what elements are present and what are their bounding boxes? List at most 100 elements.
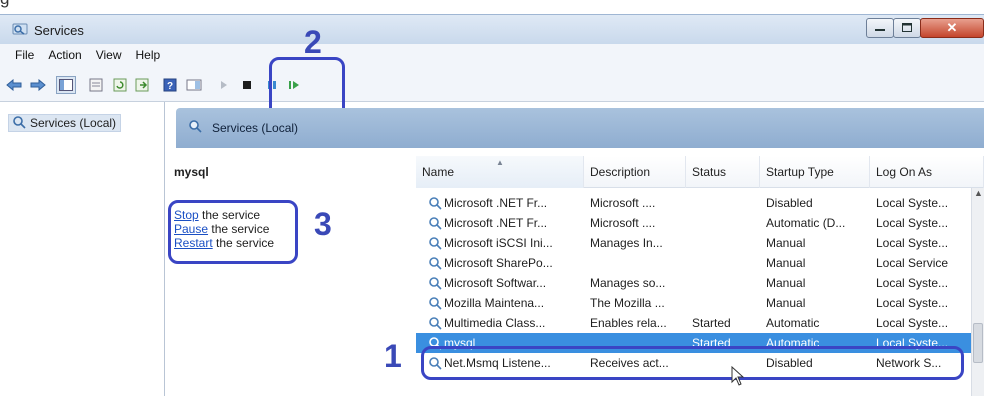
cell-logon: Local Syste... (876, 216, 949, 230)
annotation-box-3 (168, 200, 298, 264)
cell-logon: Local Syste... (876, 196, 949, 210)
cell-startup: Automatic (766, 316, 820, 330)
cell-logon: Local Syste... (876, 316, 949, 330)
cell-startup: Manual (766, 256, 806, 270)
service-gear-icon (429, 257, 442, 270)
back-arrow-icon (6, 79, 22, 91)
service-name-text: Microsoft iSCSI Ini... (444, 236, 553, 250)
column-header-name[interactable]: ▲ Name (416, 156, 584, 188)
cursor-arrow-icon (731, 365, 745, 389)
service-gear-icon (429, 297, 442, 310)
cell-description: The Mozilla ... (590, 296, 665, 310)
mouse-cursor (731, 365, 745, 389)
menu-file[interactable]: File (8, 48, 41, 62)
column-header-description[interactable]: Description (584, 156, 686, 188)
help-button[interactable]: ? (160, 76, 180, 94)
scrollbar-thumb[interactable] (973, 323, 983, 363)
cell-startup: Manual (766, 276, 806, 290)
stop-service-button[interactable] (237, 76, 257, 94)
menu-action[interactable]: Action (41, 48, 88, 62)
cell-name: Microsoft iSCSI Ini... (428, 236, 588, 250)
refresh-icon (113, 78, 127, 92)
pane-header: Services (Local) (176, 108, 984, 148)
console-tree: Services (Local) (0, 102, 165, 396)
column-header-startup-type[interactable]: Startup Type (760, 156, 870, 188)
sort-ascending-icon: ▲ (496, 158, 504, 167)
cell-logon: Local Syste... (876, 236, 949, 250)
cell-description: Manages In... (590, 236, 663, 250)
svg-text:?: ? (167, 81, 173, 92)
refresh-button[interactable] (110, 76, 130, 94)
vertical-scrollbar[interactable]: ▲ (971, 188, 984, 396)
service-name-text: Mozilla Maintena... (444, 296, 545, 310)
start-service-button[interactable] (214, 76, 234, 94)
menu-view[interactable]: View (89, 48, 129, 62)
console-tree-icon (59, 79, 73, 91)
cell-name: Microsoft .NET Fr... (428, 216, 588, 230)
properties-button[interactable] (86, 76, 106, 94)
forward-button[interactable] (28, 76, 48, 94)
service-name-text: Microsoft SharePo... (444, 256, 553, 270)
caption-text: g (0, 0, 9, 8)
table-row[interactable]: Mozilla Maintena... The Mozilla ... Manual… (416, 293, 971, 313)
start-service-icon (219, 80, 229, 90)
table-header: ▲ Name Description Status Startup Type L… (416, 156, 984, 188)
cell-startup: Disabled (766, 196, 813, 210)
maximize-button[interactable] (893, 18, 921, 38)
back-button[interactable] (4, 76, 24, 94)
cell-name: Mozilla Maintena... (428, 296, 588, 310)
maximize-icon (902, 21, 912, 35)
service-gear-icon (429, 277, 442, 290)
column-header-status[interactable]: Status (686, 156, 760, 188)
properties-icon (89, 78, 103, 92)
caption-fragment: g (0, 0, 9, 8)
minimize-icon (875, 21, 885, 35)
table-row[interactable]: Microsoft .NET Fr... Microsoft .... Disabl… (416, 193, 971, 213)
pane-header-title: Services (Local) (212, 120, 299, 135)
service-name-text: Multimedia Class... (444, 316, 546, 330)
close-button[interactable]: ✕ (920, 18, 984, 38)
show-hide-pane-button[interactable] (184, 76, 204, 94)
export-list-icon (135, 78, 149, 92)
window-title: Services (34, 23, 84, 38)
cell-name: Microsoft Softwar... (428, 276, 588, 290)
service-gear-icon (429, 237, 442, 250)
console-tree-button[interactable] (56, 76, 76, 94)
title-bar: Services ✕ (0, 14, 984, 44)
minimize-button[interactable] (866, 18, 894, 38)
service-gear-icon (429, 317, 442, 330)
stop-service-icon (242, 80, 252, 90)
menu-help[interactable]: Help (129, 48, 168, 62)
cell-name: Microsoft .NET Fr... (428, 196, 588, 210)
column-header-log-on-as[interactable]: Log On As (870, 156, 984, 188)
table-row[interactable]: Microsoft iSCSI Ini... Manages In... Manua… (416, 233, 971, 253)
services-app-icon (12, 22, 28, 36)
cell-startup: Manual (766, 296, 806, 310)
scroll-up-icon[interactable]: ▲ (974, 188, 983, 198)
cell-logon: Local Service (876, 256, 949, 270)
column-label: Startup Type (766, 165, 834, 179)
table-row[interactable]: Microsoft Softwar... Manages so... Manual L… (416, 273, 971, 293)
selected-service-name: mysql (174, 165, 209, 179)
service-name-text: Microsoft Softwar... (444, 276, 547, 290)
close-icon: ✕ (946, 20, 958, 35)
toolbar: ? (0, 66, 984, 102)
cell-startup: Manual (766, 236, 806, 250)
cell-logon: Local Syste... (876, 276, 949, 290)
export-list-button[interactable] (132, 76, 152, 94)
table-row[interactable]: Multimedia Class... Enables rela... Starte… (416, 313, 971, 333)
cell-status: Started (692, 316, 731, 330)
service-name-text: Microsoft .NET Fr... (444, 196, 548, 210)
table-row[interactable]: Microsoft .NET Fr... Microsoft .... Automa… (416, 213, 971, 233)
services-icon (12, 115, 26, 132)
cell-startup: Automatic (D... (766, 216, 846, 230)
service-gear-icon (429, 197, 442, 210)
services-icon (188, 119, 202, 136)
annotation-number-2: 2 (304, 24, 322, 60)
cell-logon: Local Syste... (876, 296, 949, 310)
cell-description: Microsoft .... (590, 196, 656, 210)
table-row[interactable]: Microsoft SharePo... Manual Local Service (416, 253, 971, 273)
cell-name: Microsoft SharePo... (428, 256, 588, 270)
tree-item-services-local[interactable]: Services (Local) (8, 114, 122, 132)
forward-arrow-icon (30, 79, 46, 91)
